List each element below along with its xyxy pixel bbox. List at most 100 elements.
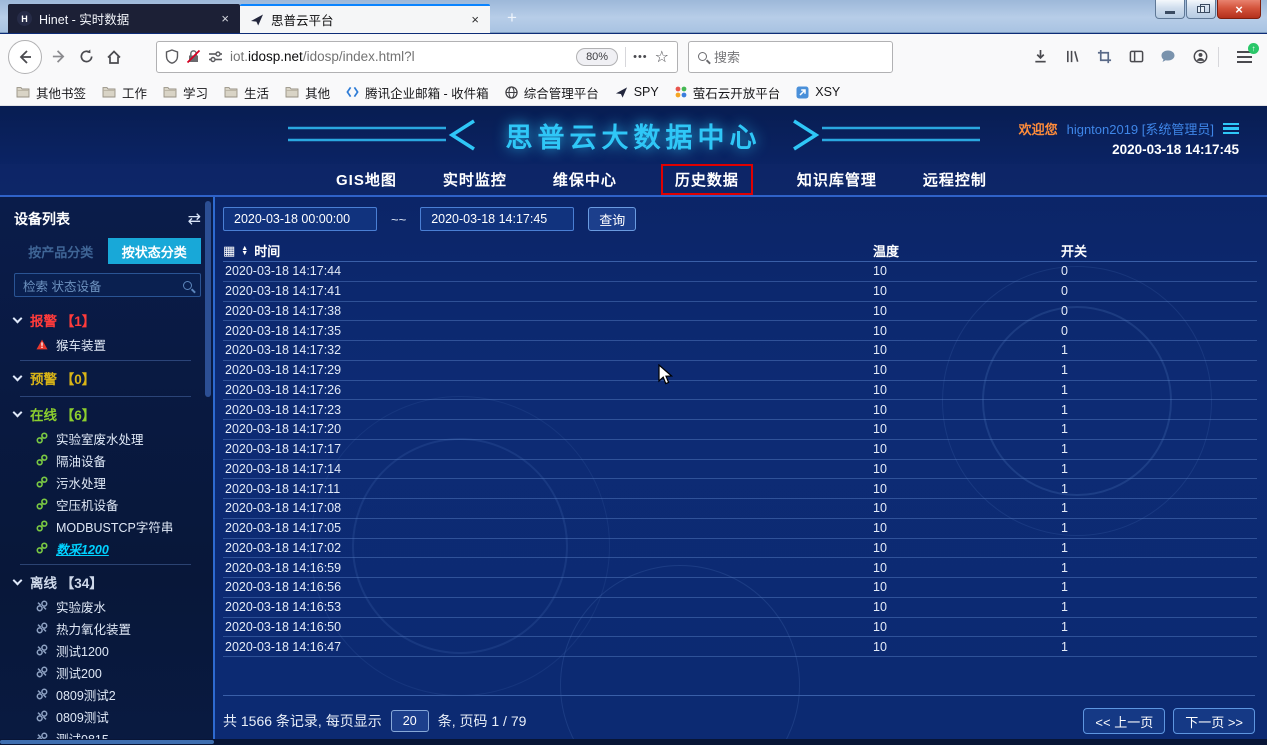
bookmark-item[interactable]: 工作: [96, 80, 153, 105]
search-input[interactable]: 搜索: [688, 41, 893, 73]
column-header-temperature[interactable]: 温度: [873, 241, 899, 260]
bookmark-item[interactable]: 其他: [279, 80, 336, 105]
table-row[interactable]: 2020-03-18 14:17:29101: [223, 361, 1257, 381]
bookmark-star-icon[interactable]: ☆: [655, 47, 669, 67]
horizontal-scrollbar[interactable]: [0, 739, 1267, 745]
page-actions-icon[interactable]: •••: [633, 51, 648, 63]
device-item[interactable]: 热力氧化装置: [14, 617, 201, 639]
device-item[interactable]: 测试200: [14, 661, 201, 683]
table-row[interactable]: 2020-03-18 14:17:35100: [223, 321, 1257, 341]
device-item[interactable]: 实验室废水处理: [14, 427, 201, 449]
chat-icon[interactable]: [1154, 43, 1182, 71]
browser-tab-sipu[interactable]: 思普云平台 ×: [240, 4, 490, 33]
horizontal-scrollbar-thumb[interactable]: [0, 740, 214, 744]
bookmark-item[interactable]: 学习: [157, 80, 214, 105]
prev-page-button[interactable]: << 上一页: [1083, 708, 1165, 734]
table-row[interactable]: 2020-03-18 14:17:08101: [223, 499, 1257, 519]
table-row[interactable]: 2020-03-18 14:16:59101: [223, 558, 1257, 578]
device-item[interactable]: 实验废水: [14, 595, 201, 617]
screenshot-icon[interactable]: [1090, 43, 1118, 71]
forward-icon[interactable]: [44, 43, 72, 71]
close-window-button[interactable]: ×: [1217, 0, 1261, 19]
app-nav-item[interactable]: GIS地图: [334, 165, 399, 194]
app-nav-item[interactable]: 远程控制: [921, 165, 989, 194]
table-row[interactable]: 2020-03-18 14:17:05101: [223, 519, 1257, 539]
device-item[interactable]: 猴车装置: [14, 333, 201, 355]
reload-icon[interactable]: [72, 43, 100, 71]
end-datetime-input[interactable]: 2020-03-18 14:17:45: [420, 207, 574, 231]
device-item[interactable]: 空压机设备: [14, 493, 201, 515]
device-group-header[interactable]: 在线 【6】: [14, 401, 201, 427]
url-bar[interactable]: iot.idosp.net/idosp/index.html?l 80% •••…: [156, 41, 678, 73]
zoom-level-badge[interactable]: 80%: [576, 48, 618, 66]
column-header-time[interactable]: 时间: [254, 241, 280, 260]
page-size-input[interactable]: 20: [391, 710, 429, 732]
table-row[interactable]: 2020-03-18 14:17:17101: [223, 440, 1257, 460]
bookmark-item[interactable]: SPY: [609, 82, 665, 102]
menu-icon[interactable]: ↑: [1229, 43, 1259, 71]
logged-in-user[interactable]: hignton2019 [系统管理员]: [1067, 119, 1214, 138]
table-row[interactable]: 2020-03-18 14:16:53101: [223, 598, 1257, 618]
device-group-header[interactable]: 离线 【34】: [14, 569, 201, 595]
device-group-header[interactable]: 预警 【0】: [14, 365, 201, 391]
home-icon[interactable]: [100, 43, 128, 71]
table-row[interactable]: 2020-03-18 14:17:20101: [223, 420, 1257, 440]
new-tab-button[interactable]: +: [499, 6, 525, 30]
table-row[interactable]: 2020-03-18 14:17:41100: [223, 282, 1257, 302]
table-row[interactable]: 2020-03-18 14:17:02101: [223, 539, 1257, 559]
minimize-button[interactable]: [1155, 0, 1185, 19]
device-item[interactable]: 0809测试2: [14, 683, 201, 705]
query-button[interactable]: 查询: [588, 207, 636, 231]
library-icon[interactable]: [1058, 43, 1086, 71]
restore-button[interactable]: [1186, 0, 1216, 19]
bookmark-item[interactable]: 生活: [218, 80, 275, 105]
device-item[interactable]: 测试1200: [14, 639, 201, 661]
table-row[interactable]: 2020-03-18 14:17:11101: [223, 479, 1257, 499]
next-page-button[interactable]: 下一页 >>: [1173, 708, 1255, 734]
swap-icon[interactable]: ⇄: [188, 209, 201, 229]
app-nav-item[interactable]: 历史数据: [661, 164, 753, 195]
account-icon[interactable]: [1186, 43, 1214, 71]
bookmark-item[interactable]: 综合管理平台: [499, 80, 605, 105]
device-search-input[interactable]: 检索 状态设备: [14, 273, 201, 297]
url-text[interactable]: iot.idosp.net/idosp/index.html?l: [230, 49, 569, 64]
app-nav-item[interactable]: 知识库管理: [795, 165, 879, 194]
sidebar-tab-by-product[interactable]: 按产品分类: [14, 238, 108, 264]
table-row[interactable]: 2020-03-18 14:17:44100: [223, 262, 1257, 282]
bookmark-item[interactable]: 腾讯企业邮箱 - 收件箱: [340, 80, 495, 105]
permissions-icon[interactable]: [208, 50, 223, 63]
browser-tab-hinet[interactable]: H Hinet - 实时数据 ×: [8, 4, 240, 33]
device-item[interactable]: 污水处理: [14, 471, 201, 493]
sidebar-toggle-icon[interactable]: [1122, 43, 1150, 71]
app-nav-item[interactable]: 维保中心: [551, 165, 619, 194]
table-row[interactable]: 2020-03-18 14:16:56101: [223, 578, 1257, 598]
back-icon[interactable]: [8, 40, 42, 74]
grid-icon[interactable]: ▦: [223, 243, 235, 259]
app-nav-item[interactable]: 实时监控: [441, 165, 509, 194]
insecure-lock-icon[interactable]: [186, 49, 201, 64]
bookmark-item[interactable]: 其他书签: [10, 80, 92, 105]
close-tab-icon[interactable]: ×: [469, 12, 481, 27]
device-item[interactable]: 隔油设备: [14, 449, 201, 471]
device-group-header[interactable]: 报警 【1】: [14, 307, 201, 333]
sidebar-scrollbar-thumb[interactable]: [205, 201, 211, 397]
download-icon[interactable]: [1026, 43, 1054, 71]
sort-icon[interactable]: ▲▼: [241, 246, 248, 256]
bookmark-item[interactable]: 萤石云开放平台: [669, 80, 787, 105]
list-menu-icon[interactable]: [1223, 123, 1239, 135]
device-item[interactable]: 0809测试: [14, 705, 201, 727]
table-row[interactable]: 2020-03-18 14:17:14101: [223, 460, 1257, 480]
device-item[interactable]: 数采1200: [14, 537, 201, 559]
start-datetime-input[interactable]: 2020-03-18 00:00:00: [223, 207, 377, 231]
bookmark-item[interactable]: XSY: [790, 82, 846, 102]
table-row[interactable]: 2020-03-18 14:17:26101: [223, 381, 1257, 401]
column-header-switch[interactable]: 开关: [1061, 241, 1087, 260]
table-row[interactable]: 2020-03-18 14:16:50101: [223, 618, 1257, 638]
sidebar-tab-by-status[interactable]: 按状态分类: [108, 238, 202, 264]
device-item[interactable]: MODBUSTCP字符串: [14, 515, 201, 537]
close-tab-icon[interactable]: ×: [219, 11, 231, 26]
table-row[interactable]: 2020-03-18 14:17:38100: [223, 302, 1257, 322]
table-row[interactable]: 2020-03-18 14:16:47101: [223, 637, 1257, 657]
shield-icon[interactable]: [165, 49, 179, 64]
table-row[interactable]: 2020-03-18 14:17:23101: [223, 400, 1257, 420]
